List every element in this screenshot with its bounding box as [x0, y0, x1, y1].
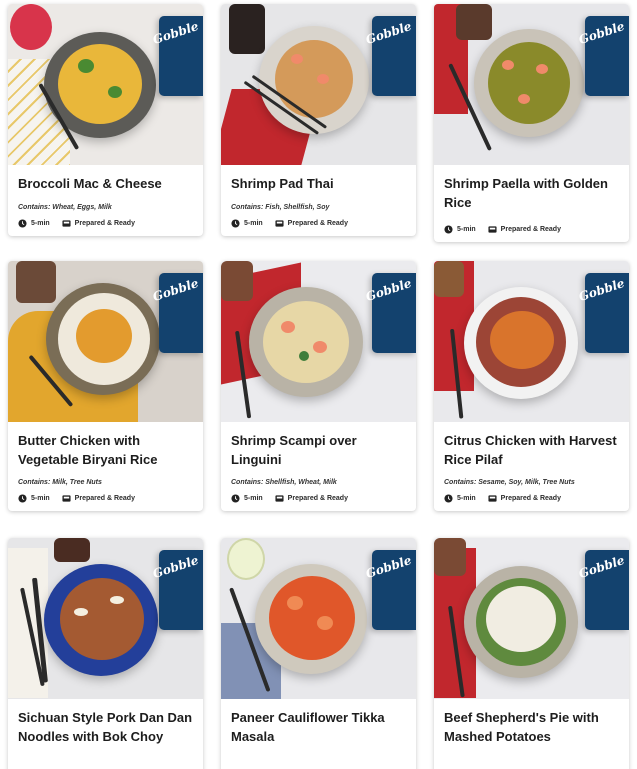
prep-status: Prepared & Ready	[74, 219, 135, 227]
meal-photo: Gobble	[221, 538, 416, 699]
clock-icon	[444, 225, 453, 234]
meal-card[interactable]: Gobble Butter Chicken with Vegetable Bir…	[8, 261, 203, 511]
meal-title[interactable]: Shrimp Paella with Golden Rice	[444, 175, 619, 212]
prep-time: 5-min	[244, 219, 263, 227]
tray-icon	[62, 495, 71, 502]
tray-icon	[62, 219, 71, 227]
allergen-text: Contains: Fish, Shellfish, Soy	[231, 203, 330, 211]
meal-meta: 5-min Prepared & Ready	[18, 218, 193, 228]
meal-card[interactable]: Gobble Beef Shepherd's Pie with Mashed P…	[434, 538, 629, 769]
tray-icon	[488, 226, 497, 233]
allergen-text: Contains: Milk, Tree Nuts	[18, 479, 102, 486]
prep-time: 5-min	[31, 495, 50, 502]
clock-icon	[444, 494, 453, 503]
tray-icon	[488, 495, 497, 502]
meal-card[interactable]: Gobble Shrimp Scampi over Linguini Conta…	[221, 261, 416, 511]
meal-title[interactable]: Paneer Cauliflower Tikka Masala	[231, 709, 406, 746]
meal-photo: Gobble	[434, 4, 629, 165]
meal-photo: Gobble	[8, 4, 203, 165]
meal-card[interactable]: Gobble Paneer Cauliflower Tikka Masala	[221, 538, 416, 769]
allergen-text: Contains: Shellfish, Wheat, Milk	[231, 479, 337, 486]
meal-photo: Gobble	[434, 538, 629, 699]
allergen-text: Contains: Wheat, Eggs, Milk	[18, 203, 112, 211]
meal-card[interactable]: Gobble Broccoli Mac & Cheese Contains: W…	[8, 4, 203, 236]
meal-photo: Gobble	[8, 538, 203, 699]
allergen-text: Contains: Sesame, Soy, Milk, Tree Nuts	[444, 479, 575, 486]
meal-meta: 5-min Prepared & Ready	[18, 494, 193, 503]
meal-title[interactable]: Beef Shepherd's Pie with Mashed Potatoes	[444, 709, 619, 746]
prep-status: Prepared & Ready	[287, 495, 348, 502]
meal-card[interactable]: Gobble Shrimp Pad Thai Contains: Fish, S…	[221, 4, 416, 236]
meal-meta: 5-min Prepared & Ready	[444, 494, 619, 503]
prep-time: 5-min	[457, 226, 476, 233]
meal-title[interactable]: Broccoli Mac & Cheese	[18, 175, 193, 194]
prep-status: Prepared & Ready	[74, 495, 135, 502]
clock-icon	[231, 218, 240, 228]
meal-title[interactable]: Butter Chicken with Vegetable Biryani Ri…	[18, 432, 193, 469]
prep-status: Prepared & Ready	[500, 495, 561, 502]
meal-card[interactable]: Gobble Sichuan Style Pork Dan Dan Noodle…	[8, 538, 203, 769]
meal-photo: Gobble	[221, 4, 416, 165]
meal-card[interactable]: Gobble Shrimp Paella with Golden Rice 5-…	[434, 4, 629, 242]
meal-meta: 5-min Prepared & Ready	[231, 494, 406, 503]
tray-icon	[275, 219, 284, 227]
meal-meta: 5-min Prepared & Ready	[444, 225, 619, 234]
prep-time: 5-min	[457, 495, 476, 502]
clock-icon	[18, 494, 27, 503]
meal-title[interactable]: Shrimp Pad Thai	[231, 175, 406, 194]
prep-status: Prepared & Ready	[287, 219, 348, 227]
prep-time: 5-min	[244, 495, 263, 502]
prep-status: Prepared & Ready	[500, 226, 561, 233]
meal-photo: Gobble	[221, 261, 416, 422]
meal-photo: Gobble	[434, 261, 629, 422]
clock-icon	[231, 494, 240, 503]
meal-photo: Gobble	[8, 261, 203, 422]
meal-title[interactable]: Sichuan Style Pork Dan Dan Noodles with …	[18, 709, 193, 746]
meal-title[interactable]: Shrimp Scampi over Linguini	[231, 432, 406, 469]
clock-icon	[18, 218, 27, 228]
tray-icon	[275, 495, 284, 502]
prep-time: 5-min	[31, 219, 50, 227]
meal-meta: 5-min Prepared & Ready	[231, 218, 406, 228]
meal-card[interactable]: Gobble Citrus Chicken with Harvest Rice …	[434, 261, 629, 511]
meal-title[interactable]: Citrus Chicken with Harvest Rice Pilaf	[444, 432, 619, 469]
